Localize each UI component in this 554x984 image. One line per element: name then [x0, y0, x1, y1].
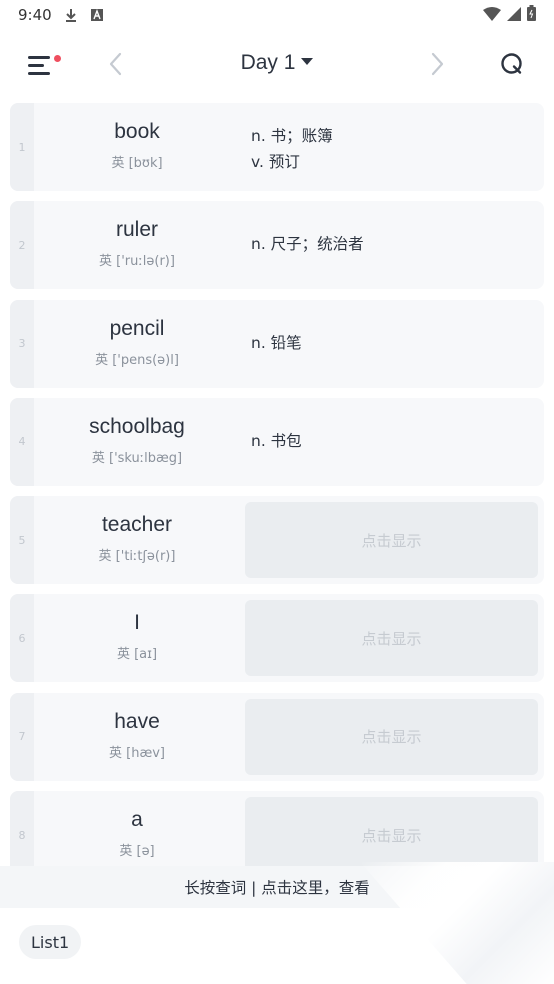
- reveal-meaning-button[interactable]: 点击显示: [245, 797, 538, 874]
- reveal-meaning-button[interactable]: 点击显示: [245, 600, 538, 677]
- status-bar: 9:40: [0, 0, 554, 30]
- meaning-line: n. 尺子；统治者: [251, 235, 364, 254]
- word-phonetic: 英 [hæv]: [109, 745, 165, 761]
- word-phonetic: 英 ['tiːtʃə(r)]: [98, 549, 176, 565]
- search-icon: [501, 53, 522, 74]
- word-phonetic: 英 ['ruːlə(r)]: [99, 254, 175, 270]
- reveal-meaning-button[interactable]: 点击显示: [245, 698, 538, 775]
- word-text: schoolbag: [89, 414, 185, 438]
- word-index: 5: [10, 496, 34, 585]
- meaning-line: v. 预订: [251, 153, 300, 171]
- word-card[interactable]: 3 pencil 英 ['pens(ə)l] n. 铅笔: [10, 299, 544, 388]
- lookup-hint-bar[interactable]: 长按查词 | 点击这里，查看: [0, 866, 554, 908]
- word-phonetic: 英 [aɪ]: [116, 647, 158, 663]
- word-text: pencil: [109, 316, 165, 340]
- word-meaning: n. 书包: [251, 428, 302, 454]
- signal-icon: [507, 6, 521, 25]
- header: Day 1: [0, 40, 554, 90]
- word-index: 1: [10, 103, 34, 191]
- word-phonetic: 英 ['pens(ə)l]: [95, 352, 179, 368]
- word-index: 6: [10, 594, 34, 683]
- list-chip-label: List1: [31, 932, 70, 952]
- search-button[interactable]: [499, 51, 525, 77]
- word-text: teacher: [101, 513, 173, 537]
- wifi-icon: [483, 6, 501, 25]
- word-text: book: [114, 120, 160, 143]
- word-meaning: n. 书；账簿 v. 预订: [251, 123, 333, 175]
- word-list: 1 book 英 [bʊk] n. 书；账簿 v. 预订 2 ruler 英 […: [10, 103, 544, 889]
- word-phonetic: 英 [bʊk]: [111, 156, 163, 171]
- status-time: 9:40: [18, 6, 52, 24]
- reveal-meaning-button[interactable]: 点击显示: [245, 502, 538, 579]
- word-card[interactable]: 4 schoolbag 英 ['skuːlbæg] n. 书包: [10, 397, 544, 486]
- battery-icon: [527, 5, 536, 25]
- word-card[interactable]: 1 book 英 [bʊk] n. 书；账簿 v. 预订: [10, 103, 544, 191]
- word-text: have: [114, 709, 160, 733]
- meaning-line: n. 铅笔: [251, 333, 302, 352]
- word-phonetic: 英 ['skuːlbæg]: [91, 450, 183, 466]
- word-text: ruler: [115, 218, 158, 242]
- word-meaning: n. 铅笔: [251, 330, 302, 356]
- bottom-area: [0, 908, 554, 984]
- hint-text: 长按查词 | 点击这里，查看: [184, 879, 370, 897]
- word-text: I: [134, 611, 140, 635]
- word-phonetic: 英 [ə]: [119, 844, 155, 860]
- meaning-line: n. 书；账簿: [251, 127, 333, 145]
- font-icon: [90, 8, 104, 22]
- word-index: 2: [10, 201, 34, 290]
- page-title: Day 1: [240, 51, 296, 74]
- word-index: 4: [10, 397, 34, 486]
- word-text: a: [131, 808, 143, 832]
- word-meaning: n. 尺子；统治者: [251, 231, 364, 257]
- word-card[interactable]: 2 ruler 英 ['ruːlə(r)] n. 尺子；统治者: [10, 201, 544, 290]
- word-index: 7: [10, 692, 34, 781]
- day-selector[interactable]: Day 1: [0, 51, 554, 75]
- word-card[interactable]: 6 I 英 [aɪ] 点击显示: [10, 594, 544, 683]
- download-icon: [64, 8, 78, 22]
- chevron-right-icon: [431, 52, 444, 76]
- caret-down-icon: [301, 57, 314, 65]
- word-index: 3: [10, 299, 34, 388]
- word-card[interactable]: 5 teacher 英 ['tiːtʃə(r)] 点击显示: [10, 496, 544, 585]
- word-card[interactable]: 7 have 英 [hæv] 点击显示: [10, 692, 544, 781]
- list-chip[interactable]: List1: [19, 925, 82, 959]
- next-day-button[interactable]: [427, 51, 447, 77]
- meaning-line: n. 书包: [251, 431, 302, 450]
